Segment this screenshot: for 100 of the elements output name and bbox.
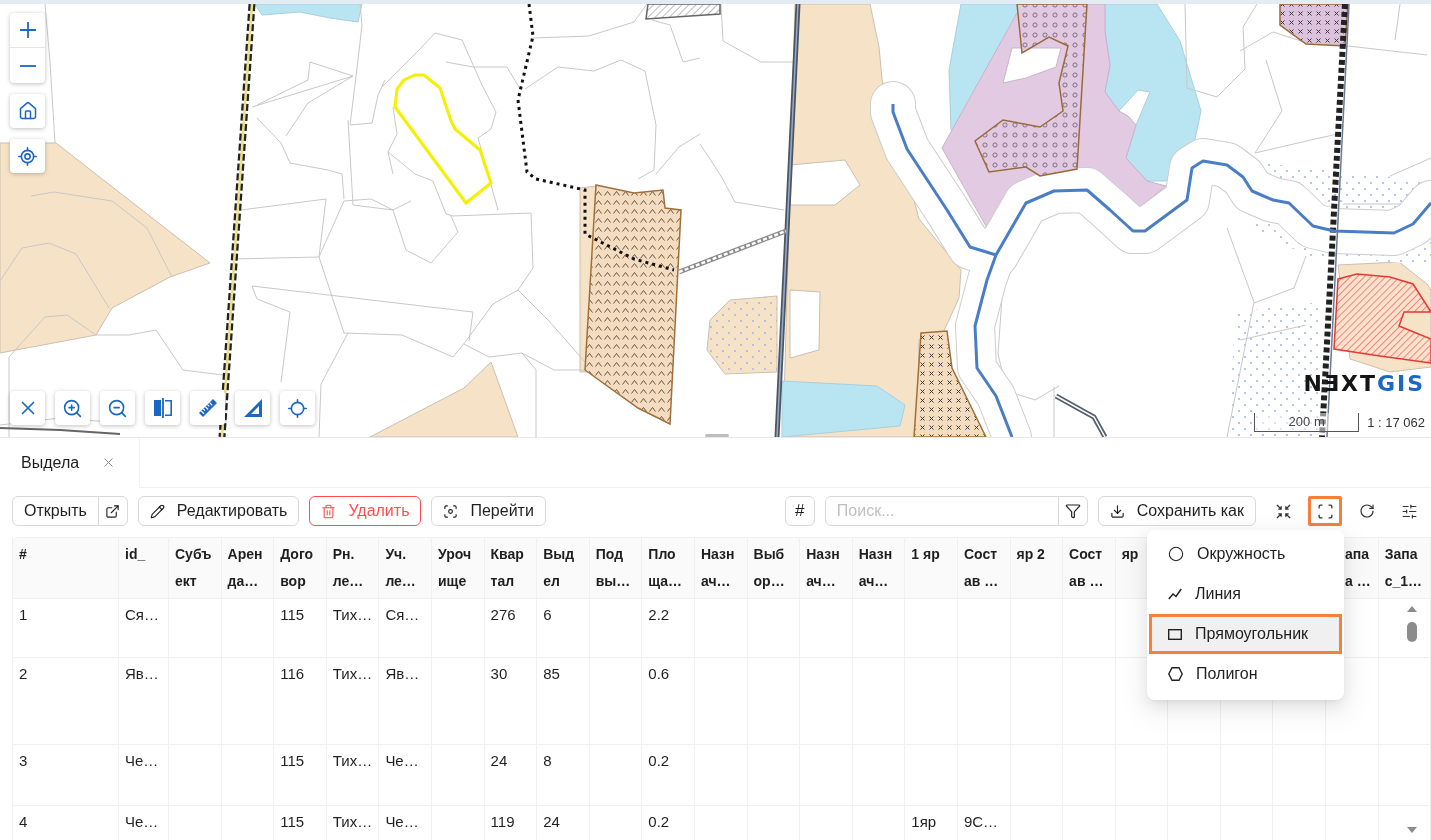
open-button[interactable]: Открыть: [12, 496, 99, 526]
map-tool-button[interactable]: [235, 391, 270, 425]
table-cell: Че…: [119, 745, 169, 806]
table-cell: 24: [537, 806, 590, 840]
table-cell: 115: [274, 599, 327, 658]
table-cell: 1: [13, 599, 119, 658]
numbering-button[interactable]: #: [784, 496, 815, 526]
table-cell: Яв…: [119, 658, 169, 745]
line-icon: [1168, 588, 1182, 600]
scroll-thumb[interactable]: [1407, 622, 1417, 642]
column-header: Уч. ле…: [379, 538, 432, 599]
table-cell: 0.2: [642, 745, 695, 806]
table-cell: 0.2: [642, 806, 695, 840]
column-header: Рн. ле…: [326, 538, 380, 599]
table-cell: 30: [484, 658, 538, 745]
table-cell: 3: [13, 745, 119, 806]
circle-icon: [1168, 546, 1184, 562]
pencil-icon: [149, 503, 165, 519]
rectangle-icon: [1168, 628, 1182, 640]
scale-bar: 200 m: [1254, 413, 1360, 432]
table-cell: 0.6: [642, 658, 695, 745]
plus-icon: [19, 22, 36, 38]
go-to-button[interactable]: Перейти: [431, 496, 546, 526]
table-cell: 8: [537, 745, 590, 806]
external-link-icon: [105, 503, 121, 519]
resize-handle[interactable]: [705, 434, 729, 437]
corner-brackets-icon: [1316, 502, 1334, 520]
column-header: Запас_1…: [1378, 538, 1431, 599]
home-icon: [17, 101, 38, 121]
map-tool-button[interactable]: [280, 391, 315, 425]
table-cell: 116: [274, 658, 327, 745]
scroll-up-icon[interactable]: [1407, 606, 1417, 612]
filter-icon: [1064, 503, 1081, 519]
column-header: Субъект: [169, 538, 222, 599]
ruler-icon: [197, 398, 218, 418]
map-drawing[interactable]: [0, 4, 1431, 437]
table-cell: 24: [484, 745, 538, 806]
collapse-arrows-icon: [1275, 503, 1291, 519]
table-cell: Ся…: [119, 599, 169, 658]
save-as-button[interactable]: Сохранить как: [1097, 496, 1256, 526]
home-button[interactable]: [10, 94, 45, 128]
edit-button[interactable]: Редактировать: [137, 496, 300, 526]
filter-button[interactable]: [1057, 496, 1088, 526]
table-cell: 9С…: [957, 806, 1011, 840]
table-cell: Че…: [379, 745, 432, 806]
map-tool-button[interactable]: [145, 391, 180, 425]
locate-button[interactable]: [10, 139, 45, 173]
column-header: Выдел: [537, 538, 590, 599]
table-cell: 85: [537, 658, 590, 745]
column-header: Назнач…: [800, 538, 853, 599]
minus-icon: [19, 64, 36, 67]
column-header: яр 2: [1010, 538, 1064, 599]
download-icon: [1109, 503, 1125, 519]
table-cell: 115: [274, 806, 327, 840]
hexagon-icon: [1168, 667, 1183, 681]
column-header: Состав …: [957, 538, 1011, 599]
table-cell: 1яр: [905, 806, 958, 840]
trash-icon: [321, 503, 337, 519]
table-cell: 2.2: [642, 599, 695, 658]
table-cell: 115: [274, 745, 327, 806]
table-cell: 6: [537, 599, 590, 658]
zoom-in-icon: [62, 397, 83, 419]
column-header: Назнач…: [694, 538, 748, 599]
table-cell: Тих…: [326, 599, 380, 658]
table-cell: Че…: [119, 806, 169, 840]
zoom-out-icon: [107, 397, 128, 419]
column-header: Аренда…: [221, 538, 275, 599]
table-cell: 276: [484, 599, 538, 658]
table-cell: Тих…: [326, 745, 380, 806]
column-header: Назнач…: [852, 538, 906, 599]
column-header: Под вы…: [589, 538, 643, 599]
column-header: Урочище: [431, 538, 485, 599]
split-view-icon: [152, 398, 173, 418]
map-tool-button[interactable]: [100, 391, 135, 425]
focus-frame-icon: [443, 503, 459, 519]
sliders-icon: [1400, 502, 1418, 520]
scroll-down-icon[interactable]: [1407, 827, 1417, 833]
column-header: Состав …: [1063, 538, 1116, 599]
open-external-button[interactable]: [97, 496, 128, 526]
table-cell: 2: [13, 658, 119, 745]
map-tool-button[interactable]: [55, 391, 90, 425]
frame-button[interactable]: [1308, 496, 1342, 526]
map-tool-button[interactable]: [190, 391, 225, 425]
map-tool-button[interactable]: [10, 391, 45, 425]
crosshair-icon: [287, 397, 308, 419]
table-cell: Че…: [379, 806, 432, 840]
table-cell: Ся…: [379, 599, 432, 658]
table-cell: Тих…: [326, 658, 380, 745]
column-header: #: [13, 538, 119, 599]
menu-item[interactable]: Полигон: [1149, 654, 1342, 694]
column-header: 1 яр: [905, 538, 958, 599]
table-cell: Яв…: [379, 658, 432, 745]
column-header: Площа…: [642, 538, 695, 599]
table-cell: Тих…: [326, 806, 380, 840]
menu-item[interactable]: Прямоугольник: [1149, 614, 1342, 654]
refresh-icon: [1359, 503, 1375, 519]
table-cell: 119: [484, 806, 538, 840]
locate-icon: [17, 145, 38, 167]
search-field[interactable]: Поиск...: [824, 496, 1059, 526]
table-cell: 4: [13, 806, 119, 840]
